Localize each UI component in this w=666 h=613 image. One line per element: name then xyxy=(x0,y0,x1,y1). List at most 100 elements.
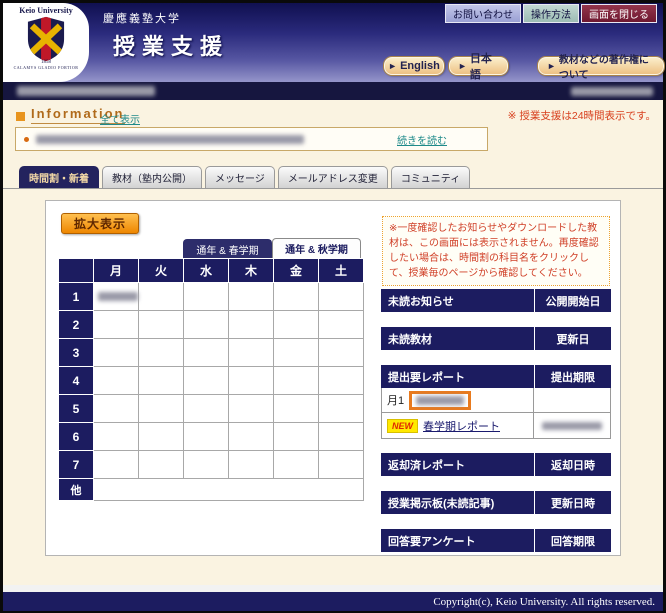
copyright-text: Copyright(c), Keio University. All right… xyxy=(433,596,655,608)
new-badge: NEW xyxy=(387,419,418,433)
japanese-button[interactable]: ► 日本語 xyxy=(449,57,508,75)
section-unread-materials: 未読教材 更新日 xyxy=(381,327,611,350)
day-header-fri: 金 xyxy=(274,259,319,283)
timetable-cell xyxy=(184,451,229,479)
timetable-cell xyxy=(229,451,274,479)
right-panel: ※一度確認したお知らせやダウンロードした教材は、この画面には表示されません。再度… xyxy=(381,201,611,557)
tab-timetable-new[interactable]: 時間割・新着 xyxy=(19,166,99,188)
section-title: 授業掲示板(未読記事) xyxy=(381,491,534,514)
timetable-cell xyxy=(274,339,319,367)
contact-button[interactable]: お問い合わせ xyxy=(445,4,521,23)
timetable-other-cell xyxy=(94,479,364,501)
timetable-corner-cell xyxy=(59,259,94,283)
timetable-other-row: 他 xyxy=(59,479,364,501)
enlarge-view-button[interactable]: 拡大表示 xyxy=(61,213,139,234)
timetable-cell xyxy=(139,339,184,367)
timetable-cell xyxy=(184,311,229,339)
highlighted-course-link[interactable] xyxy=(409,391,471,410)
tab-autumn-semester[interactable]: 通年 & 秋学期 xyxy=(272,238,361,258)
timetable-cell xyxy=(319,367,364,395)
timetable-cell xyxy=(274,311,319,339)
timetable-cell xyxy=(94,311,139,339)
user-info-bar xyxy=(3,82,663,100)
timetable-row: 5 xyxy=(59,395,364,423)
section-returned-reports: 返却済レポート 返却日時 xyxy=(381,453,611,476)
english-button[interactable]: ► English xyxy=(384,57,444,75)
timetable-row: 3 xyxy=(59,339,364,367)
section-date-header: 更新日 xyxy=(534,327,611,350)
arrow-icon: ► xyxy=(388,61,397,71)
day-header-thu: 木 xyxy=(229,259,274,283)
timetable-cell xyxy=(274,451,319,479)
timetable: 月 火 水 木 金 土 1 2 3 xyxy=(58,258,364,501)
section-date-header: 回答期限 xyxy=(534,529,611,552)
screen: Keio University 1858 CALAMVS GLADIO FORT… xyxy=(0,0,666,613)
help-button[interactable]: 操作方法 xyxy=(523,4,579,23)
english-button-label: English xyxy=(400,60,440,72)
period-label-3: 3 xyxy=(59,339,94,367)
arrow-icon: ► xyxy=(458,61,467,71)
section-title: 未読教材 xyxy=(381,327,534,350)
timetable-cell xyxy=(229,283,274,311)
timetable-cell xyxy=(94,451,139,479)
timetable-cell xyxy=(184,367,229,395)
bullet-icon xyxy=(24,137,29,142)
section-title: 提出要レポート xyxy=(381,365,534,388)
section-surveys: 回答要アンケート 回答期限 xyxy=(381,529,611,552)
section-class-board: 授業掲示板(未読記事) 更新日時 xyxy=(381,491,611,514)
redacted-announcement xyxy=(36,135,304,144)
season-tab-bar: 通年 & 春学期 通年 & 秋学期 xyxy=(183,238,361,258)
redacted-username xyxy=(17,86,155,96)
tab-materials[interactable]: 教材（塾内公開） xyxy=(102,166,202,188)
timetable-cell xyxy=(184,423,229,451)
timetable-cell xyxy=(139,283,184,311)
period-label-7: 7 xyxy=(59,451,94,479)
tab-messages[interactable]: メッセージ xyxy=(205,166,275,188)
section-date-header: 返却日時 xyxy=(534,453,611,476)
timetable-cell xyxy=(229,311,274,339)
report-row-course: 月1 xyxy=(381,388,611,413)
report-deadline-cell xyxy=(533,413,610,438)
app-title: 授業支援 xyxy=(113,29,229,61)
materials-copyright-button[interactable]: ► 教材などの著作権について xyxy=(538,57,664,75)
materials-copyright-label: 教材などの著作権について xyxy=(559,51,655,81)
timetable-cell xyxy=(319,283,364,311)
japanese-button-label: 日本語 xyxy=(470,50,499,82)
timetable-cell xyxy=(274,283,319,311)
timetable-row: 2 xyxy=(59,311,364,339)
timetable-cell xyxy=(94,367,139,395)
period-label-2: 2 xyxy=(59,311,94,339)
tab-community[interactable]: コミュニティ xyxy=(391,166,470,188)
timetable-cell xyxy=(184,395,229,423)
close-screen-button[interactable]: 画面を閉じる xyxy=(581,4,657,23)
timetable-cell xyxy=(229,395,274,423)
header: Keio University 1858 CALAMVS GLADIO FORT… xyxy=(3,3,663,82)
timetable-cell xyxy=(139,451,184,479)
show-all-link[interactable]: 全て表示 xyxy=(100,111,140,126)
content-box: 拡大表示 通年 & 春学期 通年 & 秋学期 月 火 水 木 金 土 1 xyxy=(45,200,621,556)
redacted-course-link[interactable] xyxy=(98,292,138,301)
timetable-cell xyxy=(274,395,319,423)
timetable-row: 4 xyxy=(59,367,364,395)
period-label-1: 1 xyxy=(59,283,94,311)
read-more-link[interactable]: 続きを読む xyxy=(397,132,447,147)
timetable-header-row: 月 火 水 木 金 土 xyxy=(59,259,364,283)
timetable-cell xyxy=(229,423,274,451)
report-row-new: NEW 春学期レポート xyxy=(381,413,611,439)
timetable-cell xyxy=(319,423,364,451)
timetable-cell xyxy=(274,367,319,395)
redacted-course-name xyxy=(416,396,464,405)
tab-email-change[interactable]: メールアドレス変更 xyxy=(278,166,388,188)
24hour-note: ※ 授業支援は24時間表示です。 xyxy=(508,108,656,123)
tab-spring-semester[interactable]: 通年 & 春学期 xyxy=(183,239,272,258)
report-course-cell: 月1 xyxy=(382,388,533,412)
section-date-header: 更新日時 xyxy=(534,491,611,514)
keio-shield-icon xyxy=(24,16,68,62)
period-label-6: 6 xyxy=(59,423,94,451)
keio-logo: Keio University 1858 CALAMVS GLADIO FORT… xyxy=(3,3,89,82)
section-unread-notices: 未読お知らせ 公開開始日 xyxy=(381,289,611,312)
timetable-cell xyxy=(229,367,274,395)
period-label-4: 4 xyxy=(59,367,94,395)
semester-report-link[interactable]: 春学期レポート xyxy=(423,418,500,434)
logo-motto: CALAMVS GLADIO FORTIOR xyxy=(14,65,79,70)
